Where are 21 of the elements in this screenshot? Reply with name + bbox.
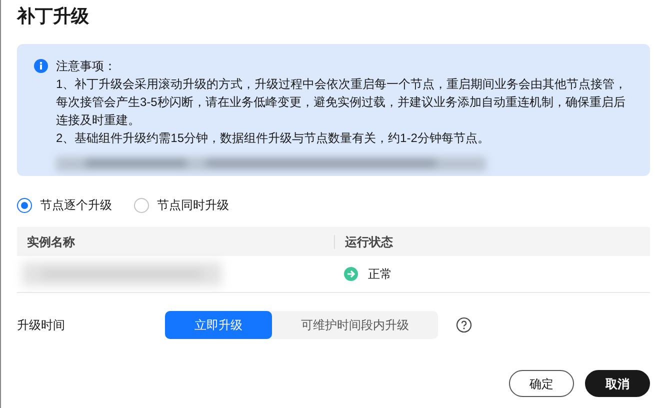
radio-button[interactable]	[134, 198, 149, 212]
notice-text: 1、补丁升级会采用滚动升级的方式，升级过程中会依次重启每一个节点，重启期间业务会由其他节点接管，每次接管会产生3-5秒闪断，请在业务低峰变更，避免实例过载，并建议业务添加自动重连机制，确保重启后连接及时重建。	[56, 76, 628, 129]
radio-option[interactable]: 节点逐个升级	[17, 196, 112, 214]
info-icon	[34, 59, 48, 73]
column-header: 运行状态	[334, 234, 650, 248]
notice-text: 2、基础组件升级约需15分钟，数据组件升级与节点数量有关，约1-2分钟每节点。	[56, 130, 490, 147]
segment-button[interactable]: 可维护时间段内升级	[272, 311, 438, 339]
radio-option[interactable]: 节点同时升级	[134, 196, 229, 214]
radio-label: 节点同时升级	[157, 197, 229, 214]
radio-label: 节点逐个升级	[40, 197, 112, 214]
notice-heading: 注意事项：	[56, 58, 117, 75]
confirm-button[interactable]: 确定	[509, 370, 574, 397]
dialog-title: 补丁升级	[17, 5, 90, 28]
field-label: 升级时间	[17, 317, 66, 334]
help-icon[interactable]	[456, 317, 472, 333]
column-header: 实例名称	[26, 234, 76, 250]
radio-button[interactable]	[17, 198, 32, 212]
arrow-icon	[344, 267, 358, 281]
status-text: 正常	[368, 266, 392, 283]
cancel-button[interactable]: 取消	[585, 370, 650, 397]
segment-button[interactable]: 立即升级	[165, 311, 272, 339]
